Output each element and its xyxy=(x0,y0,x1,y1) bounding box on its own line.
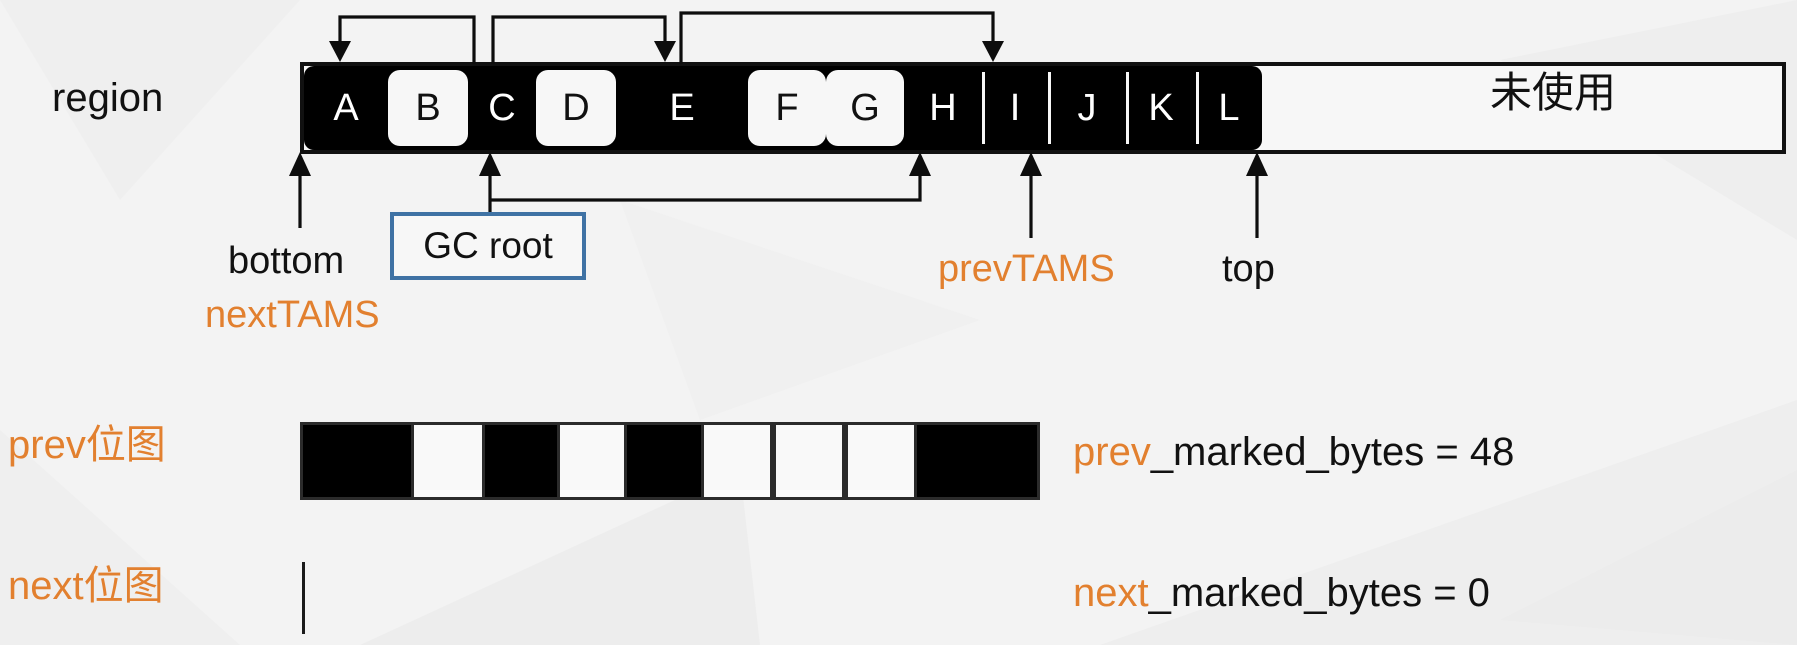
pointer-arrow-prevtams xyxy=(1020,152,1042,238)
arrow-layer xyxy=(289,11,1268,238)
reference-arrow-l-to-h xyxy=(679,11,1004,64)
reference-arrow-f-to-e xyxy=(491,15,676,64)
reference-arrow-h-to-c xyxy=(490,152,931,202)
pointer-arrow-top xyxy=(1246,152,1268,238)
pointer-arrow-gc-root xyxy=(479,152,501,212)
diagram-canvas: region ABCDEFGHIJKL 未使用 bottom nextTAMS … xyxy=(0,0,1797,645)
reference-arrow-c-to-a xyxy=(329,15,476,64)
pointer-arrow-bottom xyxy=(289,152,311,228)
